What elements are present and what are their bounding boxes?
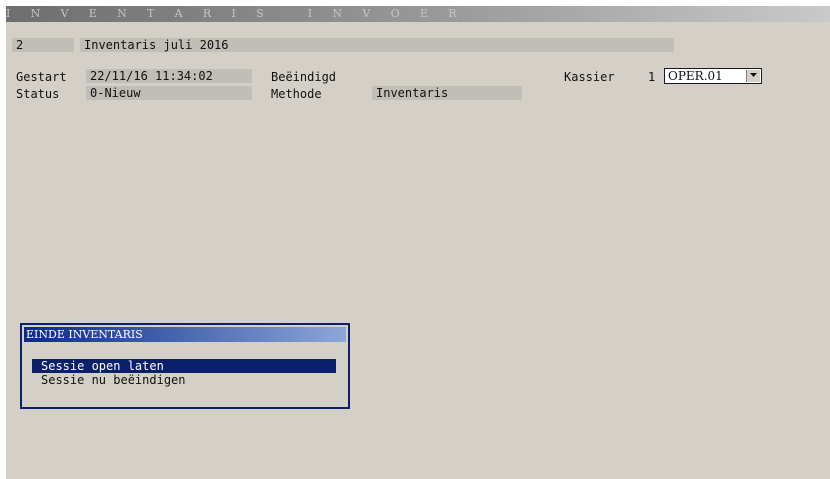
option-sessie-nu-beeindigen[interactable]: Sessie nu beëindigen [32,373,336,387]
methode-label: Methode [271,87,322,101]
kassier-label: Kassier [564,70,615,84]
status-value: 0-Nieuw [86,86,252,100]
kassier-select-value: OPER.01 [668,69,723,83]
beeindigd-label: Beëindigd [271,70,337,84]
gestart-value: 22/11/16 11:34:02 [86,69,252,83]
window-titlebar: I N V E N T A R I S I N V O E R [6,6,830,22]
status-label: Status [16,87,60,101]
gestart-label: Gestart [16,70,67,84]
kassier-select[interactable]: OPER.01 [664,68,762,84]
kassier-number: 1 [648,70,656,84]
session-description-field[interactable]: Inventaris juli 2016 [80,38,674,52]
option-sessie-open-laten[interactable]: Sessie open laten [32,359,336,373]
kassier-dropdown-button[interactable] [746,70,760,82]
inventory-screen: I N V E N T A R I S I N V O E R 2 Invent… [6,6,830,479]
dialog-title: EINDE INVENTARIS [24,327,346,342]
window-title: I N V E N T A R I S I N V O E R [6,7,465,20]
einde-inventaris-dialog: EINDE INVENTARIS Sessie open laten Sessi… [20,323,350,409]
methode-value: Inventaris [372,86,522,100]
chevron-down-icon [750,73,757,77]
beeindigd-value [376,69,524,83]
session-number-field[interactable]: 2 [12,38,74,52]
